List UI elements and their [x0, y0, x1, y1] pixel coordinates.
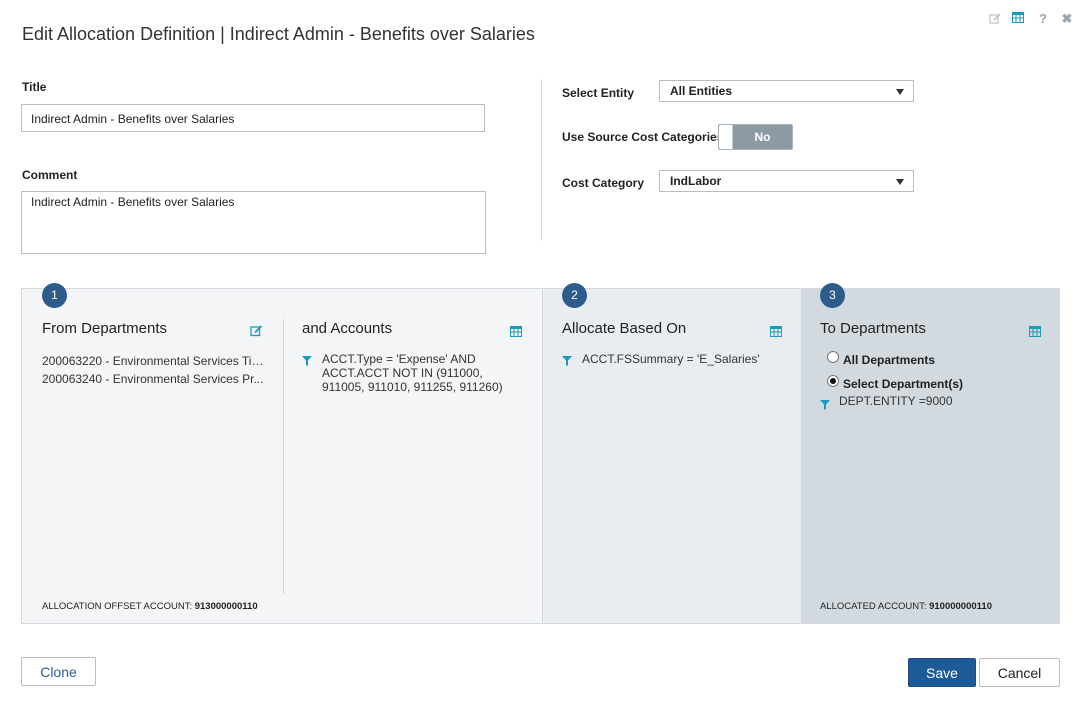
accounts-filter-line: ACCT.Type = 'Expense' AND — [322, 352, 476, 366]
radio-select-label: Select Department(s) — [843, 377, 964, 391]
chevron-down-icon — [896, 179, 904, 185]
accounts-title: and Accounts — [302, 320, 393, 337]
step-badge-2: 2 — [562, 283, 587, 308]
allocated-account-label: ALLOCATED ACCOUNT: — [820, 601, 927, 612]
grid-icon[interactable] — [1029, 324, 1042, 337]
cost-category-label: Cost Category — [562, 176, 645, 190]
cost-category-value: IndLabor — [670, 174, 722, 188]
filter-icon — [302, 353, 312, 366]
radio-select-departments[interactable]: Select Department(s) — [827, 375, 964, 391]
allocate-basis-title: Allocate Based On — [562, 320, 687, 337]
accounts-filter-line: ACCT.ACCT NOT IN (911000, — [322, 366, 483, 380]
edit-icon[interactable] — [988, 12, 1002, 26]
allocation-panels: 1 From Departments 200063220 - Environme… — [21, 283, 1060, 624]
from-departments-panel: 1 From Departments 200063220 - Environme… — [22, 283, 542, 623]
step-badge-3: 3 — [820, 283, 845, 308]
from-departments-title: From Departments — [42, 320, 168, 337]
header-toolbar: ? ✖ — [988, 12, 1074, 26]
accounts-filter-line: 911005, 911010, 911255, 911260) — [322, 380, 503, 394]
filter-icon — [820, 397, 830, 410]
radio-button-selected[interactable] — [827, 375, 839, 387]
radio-all-label: All Departments — [843, 353, 936, 367]
filter-icon — [562, 353, 572, 366]
cost-category-select[interactable]: IndLabor — [659, 170, 914, 192]
radio-button[interactable] — [827, 351, 839, 363]
allocate-basis-panel: 2 Allocate Based On ACCT.FSSummary = 'E_… — [542, 283, 801, 623]
source-cost-label: Use Source Cost Categories — [562, 130, 724, 144]
allocated-account: ALLOCATED ACCOUNT: 910000000110 — [820, 601, 992, 612]
offset-account-label: ALLOCATION OFFSET ACCOUNT: — [42, 601, 193, 612]
close-icon[interactable]: ✖ — [1060, 12, 1074, 26]
offset-account: ALLOCATION OFFSET ACCOUNT: 913000000110 — [42, 601, 258, 612]
toggle-knob — [719, 125, 733, 149]
help-icon[interactable]: ? — [1036, 12, 1050, 26]
title-input[interactable]: Indirect Admin - Benefits over Salaries — [21, 104, 485, 132]
edit-icon[interactable] — [250, 324, 263, 337]
clone-button[interactable]: Clone — [21, 657, 96, 686]
allocated-account-value: 910000000110 — [929, 601, 992, 612]
offset-account-value: 913000000110 — [194, 601, 258, 612]
comment-label: Comment — [22, 168, 78, 182]
panel-inner-divider — [283, 319, 284, 594]
form-divider — [541, 79, 542, 241]
to-departments-panel: 3 To Departments All Departments Select … — [801, 283, 1059, 623]
to-filter: DEPT.ENTITY =9000 — [839, 394, 953, 408]
comment-textarea[interactable]: Indirect Admin - Benefits over Salaries — [21, 191, 486, 254]
list-item: 200063220 - Environmental Services Tig..… — [42, 354, 264, 368]
to-departments-title: To Departments — [820, 320, 926, 337]
title-label: Title — [22, 80, 47, 94]
toggle-label: No — [754, 130, 771, 144]
list-item: 200063240 - Environmental Services Pr... — [42, 372, 264, 386]
grid-icon[interactable] — [770, 324, 783, 337]
dialog-title: Edit Allocation Definition | Indirect Ad… — [22, 24, 535, 44]
chevron-down-icon — [896, 89, 904, 95]
entity-select[interactable]: All Entities — [659, 80, 914, 102]
basis-filter: ACCT.FSSummary = 'E_Salaries' — [582, 352, 760, 366]
grid-icon[interactable] — [510, 324, 523, 337]
source-cost-toggle[interactable]: No — [718, 124, 793, 150]
cancel-button[interactable]: Cancel — [979, 658, 1060, 687]
grid-icon[interactable] — [1012, 12, 1026, 26]
entity-select-value: All Entities — [670, 84, 733, 98]
entity-label: Select Entity — [562, 86, 635, 100]
radio-all-departments[interactable]: All Departments — [827, 351, 936, 367]
save-button[interactable]: Save — [908, 658, 976, 687]
step-badge-1: 1 — [42, 283, 67, 308]
